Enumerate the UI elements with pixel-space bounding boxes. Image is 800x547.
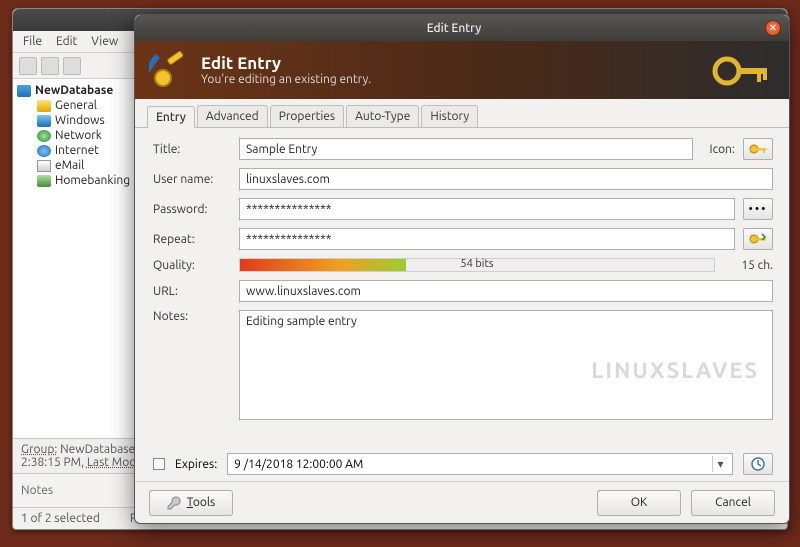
notes-label: Notes: — [153, 310, 231, 323]
database-icon — [17, 85, 31, 97]
menu-edit[interactable]: Edit — [56, 35, 77, 48]
url-label: URL: — [153, 285, 231, 298]
banner-key-icon — [711, 49, 771, 93]
tab-autotype[interactable]: Auto-Type — [346, 105, 419, 127]
dialog-title: Edit Entry — [143, 22, 765, 35]
entry-form: Title: Icon: User name: Password: ••• Re… — [135, 128, 789, 453]
url-input[interactable] — [239, 280, 773, 302]
dialog-footer: Tools OK Cancel — [135, 481, 789, 523]
repeat-input[interactable] — [239, 228, 735, 250]
tree-root-label: NewDatabase — [35, 84, 113, 97]
clock-icon — [750, 456, 766, 472]
key-icon — [749, 142, 767, 156]
details-time: 2:38:15 PM, Last Modif — [21, 456, 144, 469]
icon-picker-button[interactable] — [743, 138, 773, 160]
expires-checkbox[interactable] — [153, 458, 165, 470]
notes-textarea[interactable] — [239, 310, 773, 420]
repeat-label: Repeat: — [153, 233, 231, 246]
dialog-titlebar[interactable]: Edit Entry ✕ — [135, 15, 789, 41]
banner-subtitle: You're editing an existing entry. — [201, 73, 371, 86]
key-icon — [37, 100, 51, 112]
expires-label: Expires: — [175, 458, 217, 471]
toolbar-button[interactable] — [63, 57, 81, 75]
title-label: Title: — [153, 143, 231, 156]
close-button[interactable]: ✕ — [765, 20, 781, 36]
username-input[interactable] — [239, 168, 773, 190]
username-label: User name: — [153, 173, 231, 186]
globe-icon — [37, 145, 51, 157]
mail-icon — [37, 160, 51, 172]
expires-preset-button[interactable] — [743, 453, 773, 475]
details-group-label: Group: NewDatabase, — [21, 443, 138, 456]
dots-icon: ••• — [749, 203, 768, 216]
tab-advanced[interactable]: Advanced — [197, 105, 268, 127]
menu-file[interactable]: File — [23, 35, 42, 48]
bank-icon — [37, 175, 51, 187]
status-selection: 1 of 2 selected — [21, 512, 100, 525]
title-input[interactable] — [239, 138, 693, 160]
tab-history[interactable]: History — [421, 105, 478, 127]
expires-value: 9 /14/2018 12:00:00 AM — [234, 458, 712, 471]
dialog-banner: Edit Entry You're editing an existing en… — [135, 41, 789, 99]
windows-icon — [37, 115, 51, 127]
password-input[interactable] — [239, 198, 735, 220]
quality-label: Quality: — [153, 259, 231, 272]
icon-label: Icon: — [701, 143, 735, 156]
tab-properties[interactable]: Properties — [270, 105, 344, 127]
pencil-key-icon — [149, 50, 189, 90]
generate-password-button[interactable] — [743, 228, 773, 250]
tabs: Entry Advanced Properties Auto-Type Hist… — [135, 99, 789, 128]
key-generate-icon — [749, 232, 767, 246]
toolbar-button[interactable] — [19, 57, 37, 75]
ok-button[interactable]: OK — [597, 490, 681, 516]
wrench-icon — [167, 496, 181, 510]
tab-entry[interactable]: Entry — [147, 106, 195, 128]
char-count: 15 ch. — [723, 259, 773, 272]
menu-view[interactable]: View — [91, 35, 118, 48]
tools-button[interactable]: Tools — [149, 490, 233, 516]
network-icon — [37, 130, 51, 142]
expires-datetime[interactable]: 9 /14/2018 12:00:00 AM ▾ — [227, 453, 733, 475]
quality-meter: 54 bits — [239, 258, 715, 272]
edit-entry-dialog: Edit Entry ✕ Edit Entry You're editing a… — [134, 14, 790, 524]
banner-title: Edit Entry — [201, 54, 371, 73]
toolbar-button[interactable] — [41, 57, 59, 75]
password-label: Password: — [153, 203, 231, 216]
chevron-down-icon[interactable]: ▾ — [712, 456, 728, 472]
quality-bits: 54 bits — [460, 258, 493, 270]
cancel-button[interactable]: Cancel — [691, 490, 775, 516]
reveal-password-button[interactable]: ••• — [743, 198, 773, 220]
